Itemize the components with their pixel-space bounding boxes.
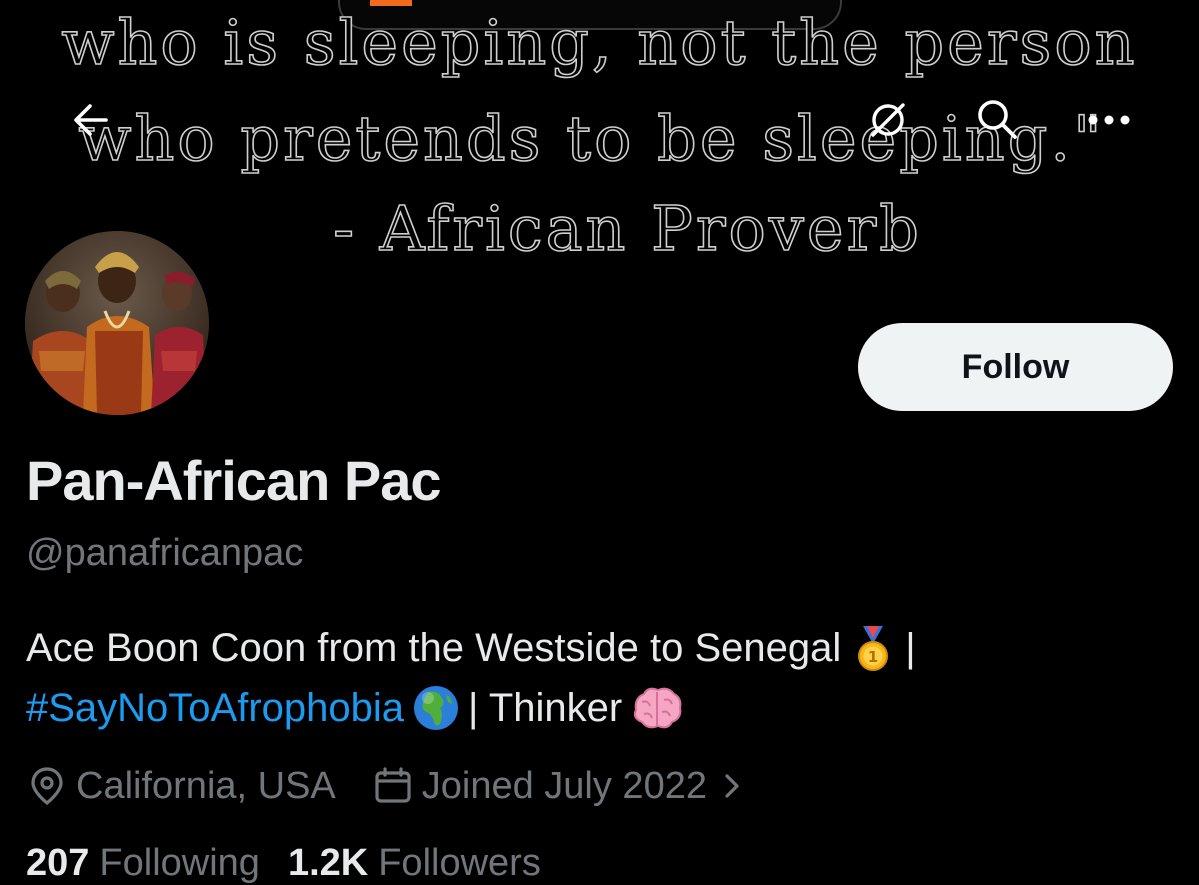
globe-africa-emoji-icon bbox=[412, 684, 460, 732]
profile-meta-row: California, USA Joined July 2022 bbox=[26, 758, 755, 814]
location-pin-icon bbox=[31, 767, 63, 806]
bio-separator: | bbox=[905, 625, 916, 670]
chevron-right-icon bbox=[725, 774, 739, 798]
bio-text-thinker: | Thinker bbox=[468, 685, 623, 730]
joined-text: Joined July 2022 bbox=[421, 764, 707, 807]
more-options-icon[interactable] bbox=[1084, 100, 1134, 140]
bio-line-1: Ace Boon Coon from the Westside to Seneg… bbox=[26, 624, 916, 672]
followers-label: Followers bbox=[378, 842, 541, 884]
follow-button[interactable]: Follow bbox=[858, 323, 1173, 411]
first-place-medal-emoji-icon: 1 bbox=[849, 624, 897, 672]
svg-text:1: 1 bbox=[868, 648, 878, 666]
bio-line-2: #SayNoToAfrophobia | Thinker bbox=[26, 684, 686, 732]
back-arrow-icon[interactable] bbox=[66, 98, 114, 142]
search-icon[interactable] bbox=[972, 96, 1022, 142]
banner-quote-line-1: who is sleeping, not the person bbox=[61, 5, 1138, 80]
following-stat[interactable]: 207 Following bbox=[26, 842, 260, 885]
hashtag-link[interactable]: #SayNoToAfrophobia bbox=[26, 686, 404, 731]
profile-stats-row: 207 Following 1.2K Followers bbox=[26, 842, 541, 885]
followers-stat[interactable]: 1.2K Followers bbox=[288, 842, 541, 885]
mute-icon[interactable] bbox=[864, 98, 912, 142]
following-count: 207 bbox=[26, 842, 90, 884]
banner-quote-line-3: - African Proverb bbox=[332, 191, 922, 266]
profile-handle: @panafricanpac bbox=[26, 532, 304, 574]
location-item: California, USA bbox=[26, 765, 336, 808]
location-text: California, USA bbox=[76, 764, 336, 807]
brain-emoji-icon bbox=[630, 684, 682, 732]
calendar-icon bbox=[375, 767, 411, 803]
bio-text: Ace Boon Coon from the Westside to Seneg… bbox=[26, 625, 842, 670]
followers-count: 1.2K bbox=[287, 842, 369, 884]
profile-avatar[interactable] bbox=[22, 228, 212, 418]
profile-display-name: Pan-African Pac bbox=[26, 449, 441, 512]
following-label: Following bbox=[99, 842, 260, 884]
joined-item[interactable]: Joined July 2022 bbox=[372, 765, 755, 808]
